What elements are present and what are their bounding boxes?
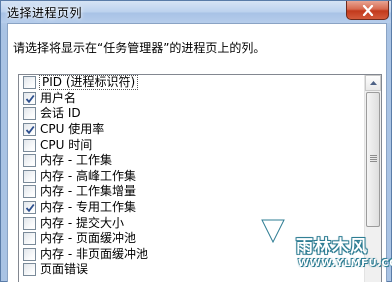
list-item[interactable]: 内存 - 高峰工作集	[19, 169, 366, 185]
list-item[interactable]: 内存 - 非页面缓冲池	[19, 247, 366, 263]
list-item[interactable]: 内存 - 专用工作集	[19, 200, 366, 216]
list-item[interactable]: PID (进程标识符)	[19, 75, 366, 91]
instruction-text: 请选择将显示在“任务管理器”的进程页上的列。	[13, 41, 266, 55]
dialog-body: 请选择将显示在“任务管理器”的进程页上的列。 PID (进程标识符) 用户名 会话 …	[7, 23, 387, 282]
window-title: 选择进程页列	[7, 6, 83, 20]
checkbox[interactable]	[23, 232, 36, 246]
list-item[interactable]: 内存 - 提交大小	[19, 215, 366, 231]
list-item[interactable]: 页面错误	[19, 262, 366, 278]
column-label: CPU 使用率	[40, 122, 105, 137]
checkmark-icon	[25, 126, 35, 135]
list-item[interactable]: CPU 使用率	[19, 122, 366, 138]
vertical-scrollbar[interactable]	[364, 75, 381, 282]
column-label: 内存 - 工作集增量	[40, 184, 136, 199]
checkbox[interactable]	[23, 185, 36, 199]
column-label: CPU 时间	[40, 137, 93, 152]
column-label: 内存 - 工作集	[40, 153, 112, 168]
grip-line	[370, 159, 377, 160]
column-label: 内存 - 高峰工作集	[40, 168, 136, 183]
checkbox[interactable]	[23, 138, 36, 152]
list-item[interactable]: CPU 时间	[19, 137, 366, 153]
list-item[interactable]: 会话 ID	[19, 106, 366, 122]
checkbox[interactable]	[23, 76, 36, 90]
checkbox[interactable]	[23, 216, 36, 230]
checkbox[interactable]	[23, 107, 36, 121]
checkbox[interactable]	[23, 154, 36, 168]
grip-line	[370, 155, 377, 156]
column-label: 内存 - 提交大小	[40, 215, 124, 230]
checkbox[interactable]	[23, 91, 36, 105]
list-item[interactable]: 内存 - 工作集增量	[19, 184, 366, 200]
checkbox[interactable]	[23, 201, 36, 215]
close-icon	[362, 4, 373, 16]
list-item[interactable]: 内存 - 工作集	[19, 153, 366, 169]
checkbox[interactable]	[23, 263, 36, 277]
column-label: 页面错误	[40, 262, 89, 277]
column-label: 内存 - 专用工作集	[40, 200, 136, 215]
scroll-thumb[interactable]	[366, 92, 380, 227]
checkbox[interactable]	[23, 169, 36, 183]
grip-line	[370, 157, 377, 158]
checkbox[interactable]	[23, 247, 36, 261]
arrow-up-icon	[369, 81, 377, 85]
column-label: 会话 ID	[40, 106, 81, 121]
column-label: 内存 - 页面缓冲池	[40, 231, 136, 246]
scroll-up-button[interactable]	[365, 75, 381, 91]
list-item[interactable]: 用户名	[19, 91, 366, 107]
checkbox[interactable]	[23, 123, 36, 137]
column-label: PID (进程标识符)	[38, 75, 139, 91]
column-label: 内存 - 非页面缓冲池	[40, 246, 148, 261]
list-item[interactable]: 内存 - 页面缓冲池	[19, 231, 366, 247]
dialog-window: 选择进程页列 请选择将显示在“任务管理器”的进程页上的列。 PID (进程标识符…	[0, 0, 392, 282]
checkmark-icon	[25, 94, 35, 104]
column-list: PID (进程标识符) 用户名 会话 ID CPU 使用率 CPU 时间 内存 - 工作集…	[19, 75, 366, 278]
column-listbox[interactable]: PID (进程标识符) 用户名 会话 ID CPU 使用率 CPU 时间 内存 - 工作集…	[18, 74, 382, 282]
close-button[interactable]	[346, 1, 389, 20]
title-bar[interactable]: 选择进程页列	[1, 1, 391, 23]
grip-line	[370, 161, 377, 162]
checkmark-icon	[25, 204, 35, 213]
column-label: 用户名	[40, 90, 77, 105]
